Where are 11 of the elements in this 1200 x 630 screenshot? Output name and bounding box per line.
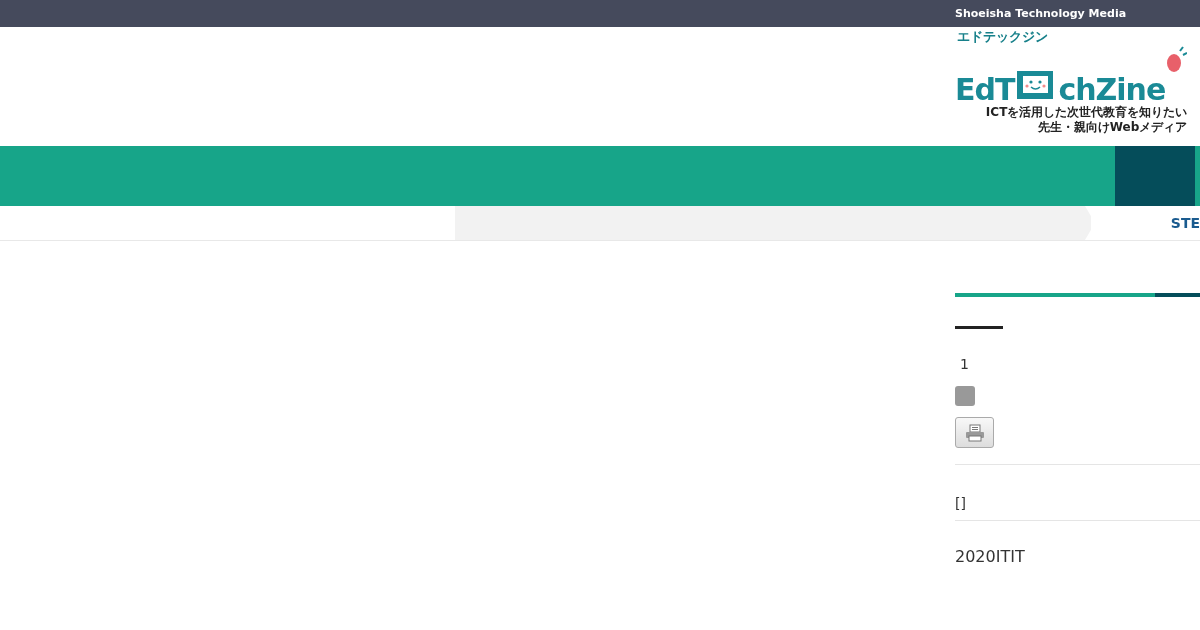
site-network-label: Shoeisha Technology Media [955,7,1127,20]
article-text: 2020ITIT [955,546,1025,568]
share-square-icon[interactable] [955,386,975,406]
bracket-text: [] [955,494,966,513]
count-text: 1 [960,355,969,374]
breadcrumb-link[interactable]: STE [1170,206,1200,240]
printer-icon [964,423,985,442]
heading-rule [955,326,1003,329]
site-logo[interactable]: エドテックジン EdT chZine ICTを活用した次世代教育を知りたい 先生・親向けWebメディア [955,29,1188,136]
print-button[interactable] [955,417,994,448]
nav-block[interactable] [1115,146,1195,206]
